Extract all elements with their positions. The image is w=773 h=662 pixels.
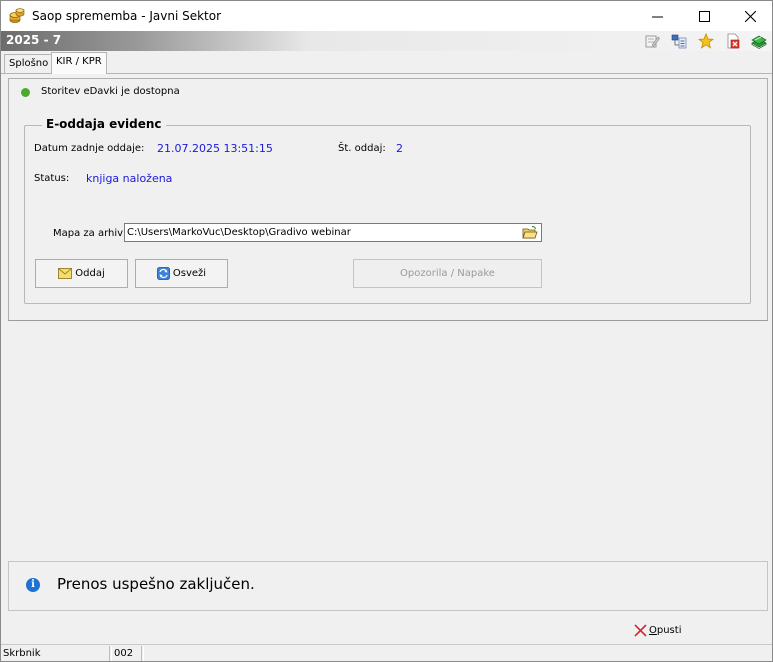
status-value: knjiga naložena: [86, 172, 173, 185]
books-icon[interactable]: [751, 33, 767, 49]
close-x-icon: [634, 623, 647, 637]
close-document-icon[interactable]: [725, 33, 741, 49]
info-icon: i: [26, 578, 40, 592]
envelope-icon: [58, 268, 73, 279]
favorite-star-icon[interactable]: [698, 33, 714, 49]
minimize-button[interactable]: [634, 1, 680, 31]
tab-splosno[interactable]: Splošno: [4, 54, 54, 73]
submit-button-label: Oddaj: [75, 268, 105, 279]
title-bar: Saop sprememba - Javni Sektor: [1, 1, 772, 31]
period-header: 2025 - 7: [1, 31, 772, 51]
submissions-count-label: Št. oddaj:: [338, 143, 386, 154]
minimize-icon: [651, 16, 663, 17]
refresh-icon: [157, 267, 170, 280]
service-status-indicator: [21, 88, 30, 97]
refresh-button[interactable]: Osveži: [135, 259, 228, 288]
maximize-button[interactable]: [681, 1, 727, 31]
submissions-count-value: 2: [396, 142, 403, 155]
open-folder-icon: [522, 225, 538, 238]
browse-folder-button[interactable]: [521, 225, 539, 240]
submit-button[interactable]: Oddaj: [35, 259, 128, 288]
archive-folder-input[interactable]: C:\Users\MarkoVuc\Desktop\Gradivo webina…: [124, 223, 542, 242]
close-button[interactable]: [727, 1, 772, 31]
cancel-mnemonic: O: [649, 624, 657, 636]
e-submission-group: E-oddaja evidenc Datum zadnje oddaje: 21…: [24, 117, 751, 304]
info-message: Prenos uspešno zaključen.: [57, 575, 255, 593]
kir-kpr-panel: Storitev eDavki je dostopna E-oddaja evi…: [8, 78, 768, 321]
service-status-text: Storitev eDavki je dostopna: [41, 86, 180, 97]
application-window: Saop sprememba - Javni Sektor 2025 - 7 S…: [0, 0, 773, 662]
tab-kir-kpr[interactable]: KIR / KPR: [51, 52, 107, 74]
tab-strip: Splošno KIR / KPR: [1, 51, 772, 74]
app-coins-icon: [9, 8, 25, 23]
info-message-box: i Prenos uspešno zaključen.: [8, 561, 768, 611]
refresh-button-label: Osveži: [172, 268, 207, 279]
cancel-button[interactable]: Opusti: [634, 620, 681, 640]
maximize-icon: [698, 10, 710, 22]
status-empty: [143, 646, 772, 661]
status-label: Status:: [34, 173, 70, 184]
status-user: Skrbnik: [1, 646, 110, 661]
window-title: Saop sprememba - Javni Sektor: [32, 9, 222, 23]
status-bar: Skrbnik 002: [1, 644, 772, 661]
last-submission-label: Datum zadnje oddaje:: [34, 143, 145, 154]
warnings-errors-label: Opozorila / Napake: [400, 268, 495, 279]
last-submission-value: 21.07.2025 13:51:15: [157, 142, 273, 155]
period-label: 2025 - 7: [6, 33, 62, 47]
edit-icon[interactable]: [644, 33, 660, 49]
cancel-label-rest: pusti: [656, 624, 682, 636]
organization-icon[interactable]: [671, 33, 687, 49]
group-title: E-oddaja evidenc: [42, 117, 166, 131]
close-icon: [744, 10, 756, 22]
archive-folder-label: Mapa za arhiv: [53, 228, 124, 239]
warnings-errors-button[interactable]: Opozorila / Napake: [353, 259, 542, 288]
status-code: 002: [111, 646, 142, 661]
